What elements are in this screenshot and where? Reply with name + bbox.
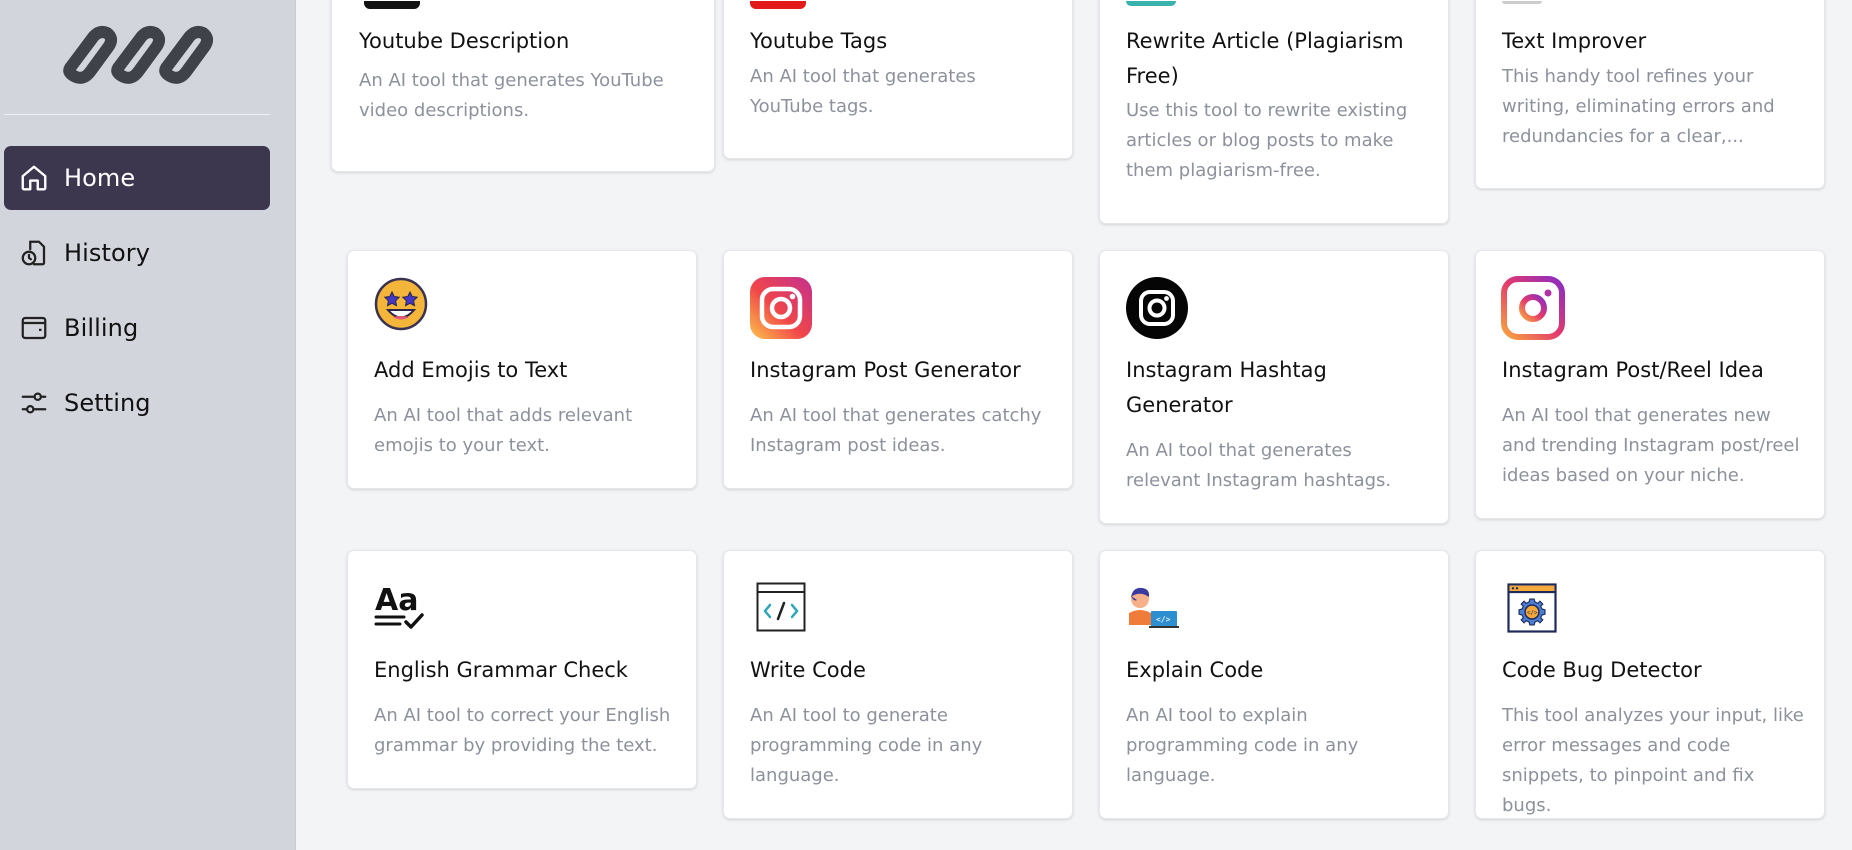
- tool-card-code-bug-detector[interactable]: </> Code Bug Detector This tool analyzes…: [1475, 550, 1825, 819]
- code-window-icon: [756, 582, 820, 646]
- sidebar: Home History Billing Setting: [0, 0, 296, 850]
- tool-description: An AI tool that generates new and trendi…: [1502, 405, 1800, 486]
- instagram-icon: [1501, 276, 1565, 340]
- tool-description: An AI tool that generates YouTube video …: [359, 70, 664, 121]
- tool-card-text-improver[interactable]: Text Improver This handy tool refines yo…: [1475, 0, 1825, 189]
- nav-label-billing: Billing: [64, 314, 139, 342]
- tool-title: Add Emojis to Text: [374, 358, 568, 382]
- svg-text:Aa: Aa: [375, 583, 418, 618]
- nav-label-setting: Setting: [64, 389, 151, 417]
- star-eyes-emoji-icon: [374, 277, 438, 341]
- nav-item-home[interactable]: Home: [4, 146, 270, 210]
- youtube-icon: [750, 1, 806, 9]
- instagram-black-icon: [1125, 276, 1189, 340]
- nav-label-history: History: [64, 239, 151, 267]
- tool-title: Explain Code: [1126, 658, 1264, 682]
- tool-card-instagram-reel-idea[interactable]: Instagram Post/Reel Idea An AI tool that…: [1475, 250, 1825, 519]
- bug-detector-icon: </>: [1507, 583, 1571, 647]
- tool-title: Youtube Tags: [750, 29, 888, 53]
- tool-title: Instagram Post Generator: [750, 358, 1021, 382]
- tool-card-instagram-hashtag-generator[interactable]: Instagram Hashtag Generator An AI tool t…: [1099, 250, 1449, 524]
- tool-description: An AI tool to correct your English gramm…: [374, 705, 671, 756]
- tool-description: This handy tool refines your writing, el…: [1502, 66, 1775, 147]
- nav-item-setting[interactable]: Setting: [4, 371, 270, 435]
- developer-icon: </>: [1125, 585, 1189, 649]
- tool-card-explain-code[interactable]: </> Explain Code An AI tool to explain p…: [1099, 550, 1449, 819]
- tool-description: This tool analyzes your input, like erro…: [1502, 705, 1804, 816]
- tool-title: Rewrite Article (Plagiarism Free): [1126, 29, 1404, 88]
- tool-card-write-code[interactable]: Write Code An AI tool to generate progra…: [723, 550, 1073, 819]
- tool-title: Write Code: [750, 658, 866, 682]
- tool-description: An AI tool to generate programming code …: [750, 705, 983, 786]
- tool-card-youtube-description[interactable]: Youtube Description An AI tool that gene…: [331, 0, 715, 172]
- nav-label-home: Home: [64, 164, 136, 192]
- rewrite-icon: [1126, 1, 1176, 6]
- svg-text:</>: </>: [1527, 610, 1538, 617]
- tool-title: Code Bug Detector: [1502, 658, 1702, 682]
- wallet-icon: [18, 312, 50, 344]
- tool-card-youtube-tags[interactable]: Youtube Tags An AI tool that generates Y…: [723, 0, 1073, 159]
- nav-item-history[interactable]: History: [4, 221, 270, 285]
- tool-card-rewrite-article[interactable]: Rewrite Article (Plagiarism Free) Use th…: [1099, 0, 1449, 224]
- grammar-check-icon: Aa: [374, 581, 438, 645]
- tool-card-add-emojis[interactable]: Add Emojis to Text An AI tool that adds …: [347, 250, 697, 489]
- history-icon: [18, 237, 50, 269]
- tool-description: An AI tool that adds relevant emojis to …: [374, 405, 633, 456]
- tool-description: An AI tool that generates relevant Insta…: [1126, 440, 1392, 491]
- tool-description: An AI tool to explain programming code i…: [1126, 705, 1359, 786]
- tool-card-instagram-post-generator[interactable]: Instagram Post Generator An AI tool that…: [723, 250, 1073, 489]
- tool-title: Instagram Post/Reel Idea: [1502, 358, 1764, 382]
- settings-sliders-icon: [18, 387, 50, 419]
- tool-title: English Grammar Check: [374, 658, 628, 682]
- instagram-icon: [749, 276, 813, 340]
- tool-title: Instagram Hashtag Generator: [1126, 358, 1327, 417]
- tool-card-english-grammar-check[interactable]: Aa English Grammar Check An AI tool to c…: [347, 550, 697, 789]
- sidebar-divider: [4, 114, 270, 115]
- tool-description: An AI tool that generates YouTube tags.: [750, 66, 976, 117]
- nav-item-billing[interactable]: Billing: [4, 296, 270, 360]
- tool-description: An AI tool that generates catchy Instagr…: [750, 405, 1042, 456]
- tool-description: Use this tool to rewrite existing articl…: [1126, 100, 1408, 181]
- svg-text:</>: </>: [1156, 615, 1171, 624]
- home-icon: [18, 162, 50, 194]
- tool-title: Text Improver: [1502, 29, 1647, 53]
- text-improver-icon: [1502, 1, 1542, 4]
- youtube-icon: [364, 1, 420, 9]
- tool-title: Youtube Description: [359, 29, 570, 53]
- logo-icon[interactable]: [60, 24, 216, 86]
